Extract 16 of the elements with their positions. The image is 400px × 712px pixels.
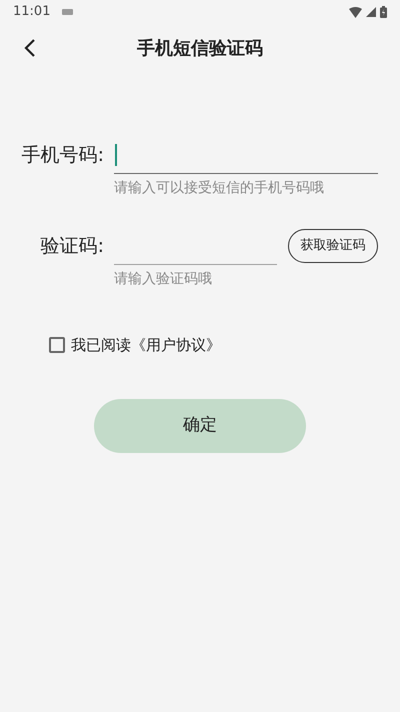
field-label: 手机号码: xyxy=(20,142,105,168)
back-icon xyxy=(24,38,36,58)
page-title: 手机短信验证码 xyxy=(137,36,263,60)
status-time: 11:01 xyxy=(13,3,50,22)
wifi-icon xyxy=(349,6,362,18)
checkbox[interactable] xyxy=(49,337,65,354)
keyboard-icon xyxy=(62,9,74,15)
field-label: 验证码: xyxy=(40,234,105,259)
field-hint: 请输入可以接受短信的手机号码哦 xyxy=(114,179,325,198)
agreement-text: 我已阅读《用户协议》 xyxy=(71,335,221,356)
text-cursor xyxy=(115,144,117,166)
signal-icon xyxy=(366,7,376,17)
field-hint: 请输入验证码哦 xyxy=(114,270,213,289)
battery-icon xyxy=(380,6,387,18)
confirm-button[interactable]: 确定 xyxy=(94,398,306,452)
get-code-button[interactable]: 获取验证码 xyxy=(288,229,378,263)
